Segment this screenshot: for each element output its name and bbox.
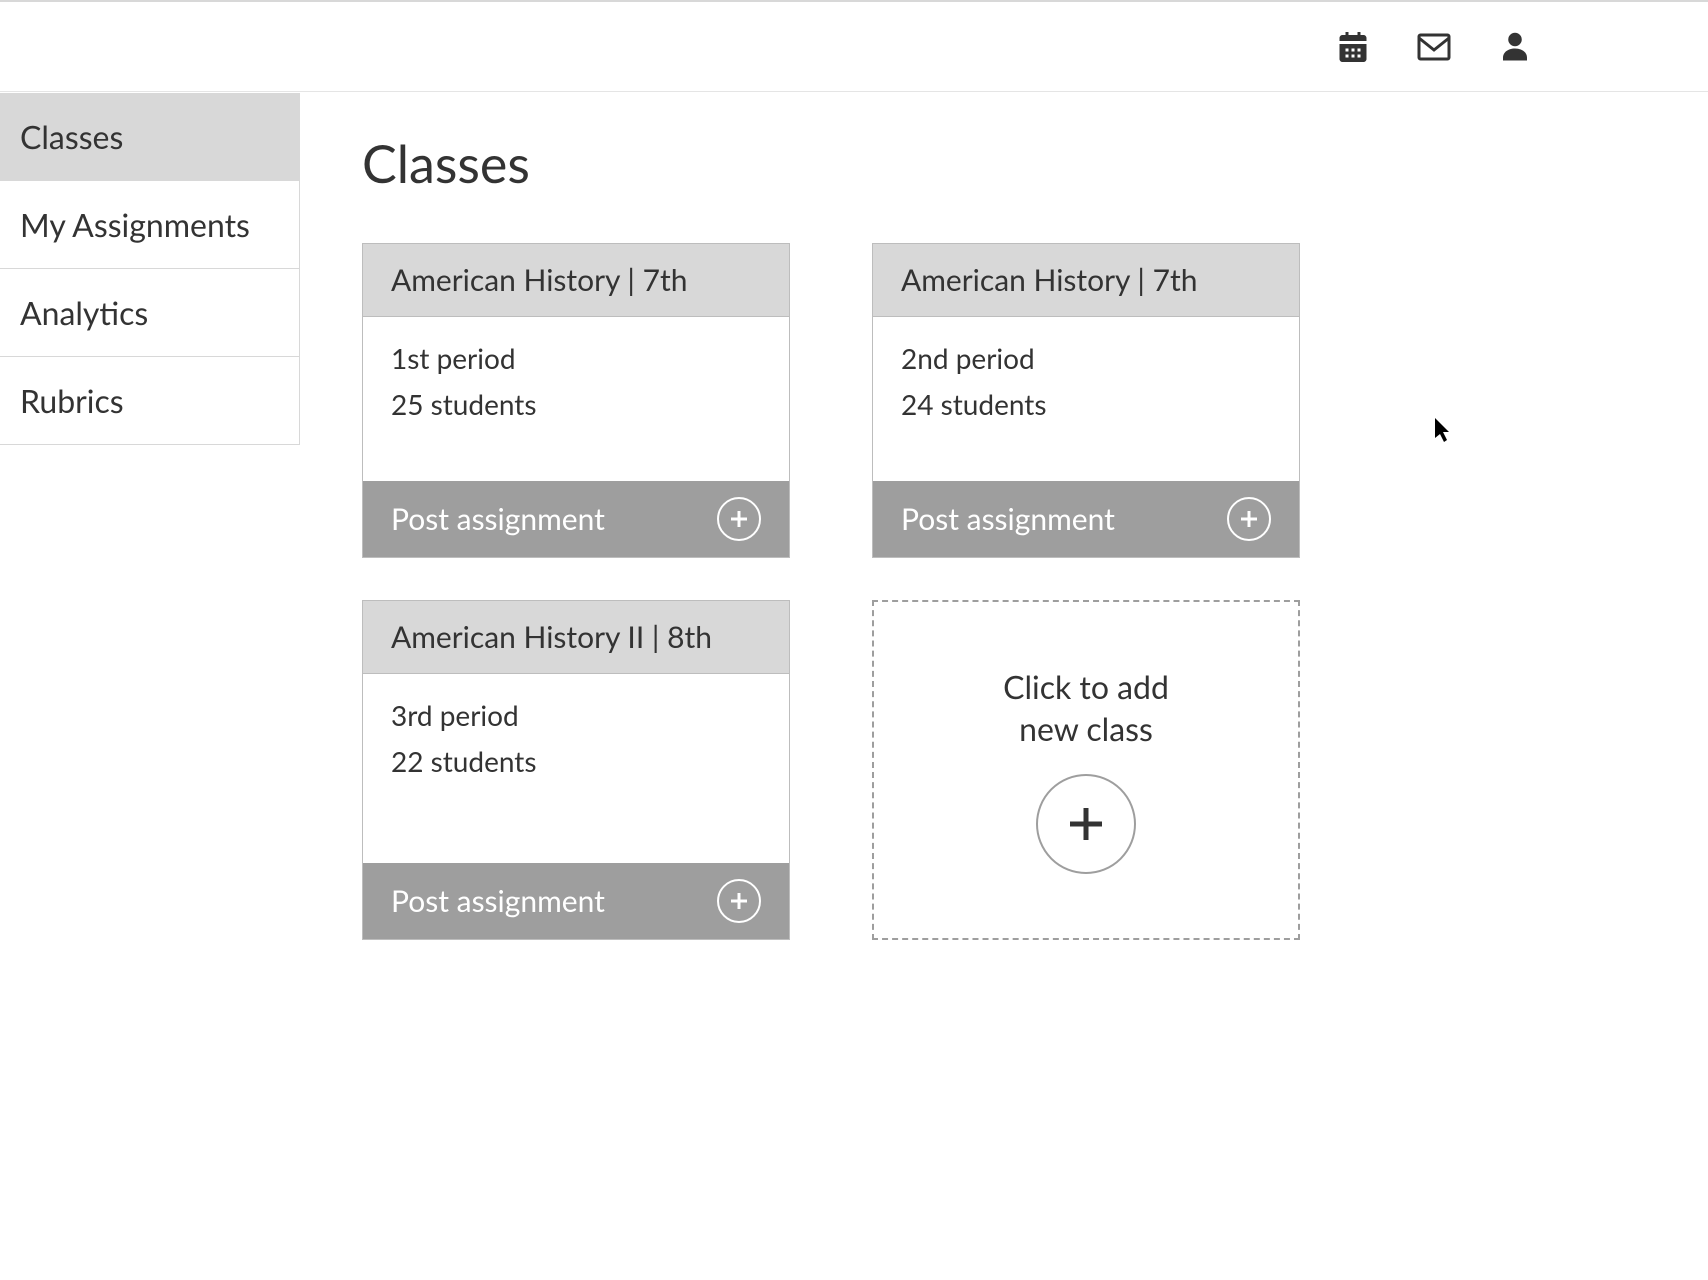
plus-circle-icon [717, 497, 761, 541]
add-class-text: Click to add new class [1003, 666, 1169, 749]
class-period: 1st period [391, 341, 761, 375]
cards-grid: American History | 7th 1st period 25 stu… [362, 243, 1646, 940]
class-card[interactable]: American History | 7th 2nd period 24 stu… [872, 243, 1300, 558]
mail-icon[interactable] [1416, 29, 1452, 65]
post-assignment-label: Post assignment [901, 501, 1115, 537]
class-card-title: American History | 7th [873, 244, 1299, 317]
post-assignment-button[interactable]: Post assignment [363, 863, 789, 939]
sidebar-item-classes[interactable]: Classes [0, 93, 300, 181]
sidebar-item-label: My Assignments [20, 205, 250, 244]
sidebar-item-analytics[interactable]: Analytics [0, 269, 300, 357]
class-students: 25 students [391, 387, 761, 421]
header [0, 2, 1708, 92]
class-card-title: American History | 7th [363, 244, 789, 317]
class-card-body: 1st period 25 students [363, 317, 789, 481]
class-card[interactable]: American History II | 8th 3rd period 22 … [362, 600, 790, 940]
sidebar-item-my-assignments[interactable]: My Assignments [0, 181, 300, 269]
sidebar: Classes My Assignments Analytics Rubrics [0, 93, 300, 445]
plus-icon [1036, 774, 1136, 874]
sidebar-item-label: Classes [20, 117, 123, 156]
class-card-title: American History II | 8th [363, 601, 789, 674]
sidebar-item-rubrics[interactable]: Rubrics [0, 357, 300, 445]
class-period: 3rd period [391, 698, 761, 732]
sidebar-item-label: Analytics [20, 293, 148, 332]
class-card[interactable]: American History | 7th 1st period 25 stu… [362, 243, 790, 558]
post-assignment-button[interactable]: Post assignment [873, 481, 1299, 557]
class-students: 22 students [391, 744, 761, 778]
class-card-body: 2nd period 24 students [873, 317, 1299, 481]
post-assignment-label: Post assignment [391, 501, 605, 537]
main-content: Classes American History | 7th 1st perio… [300, 93, 1708, 980]
plus-circle-icon [717, 879, 761, 923]
post-assignment-button[interactable]: Post assignment [363, 481, 789, 557]
class-period: 2nd period [901, 341, 1271, 375]
class-card-body: 3rd period 22 students [363, 674, 789, 863]
plus-circle-icon [1227, 497, 1271, 541]
user-icon[interactable] [1497, 29, 1533, 65]
class-students: 24 students [901, 387, 1271, 421]
add-class-card[interactable]: Click to add new class [872, 600, 1300, 940]
sidebar-item-label: Rubrics [20, 381, 124, 420]
page-title: Classes [362, 133, 1646, 195]
calendar-icon[interactable] [1335, 29, 1371, 65]
post-assignment-label: Post assignment [391, 883, 605, 919]
